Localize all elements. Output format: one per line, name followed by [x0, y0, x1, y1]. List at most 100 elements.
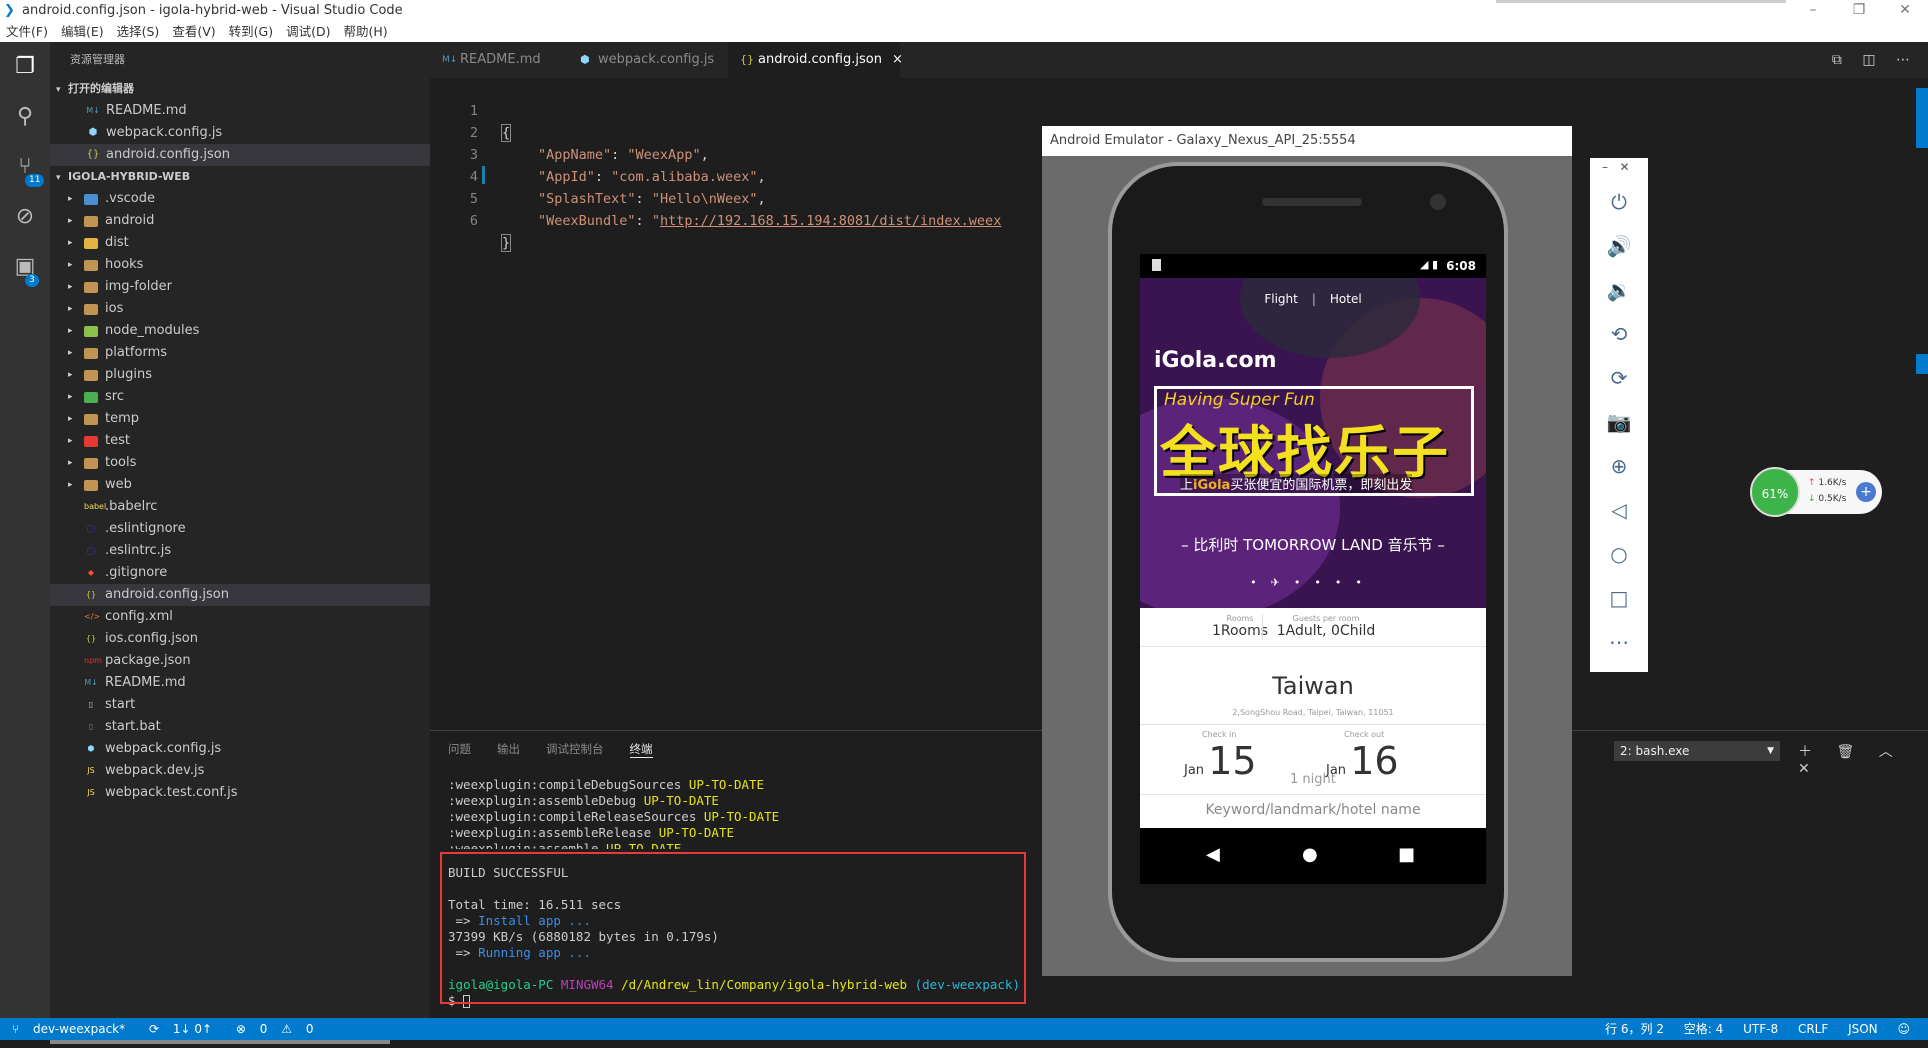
menu-debug[interactable]: 调试(D)	[286, 22, 330, 42]
back-button-icon[interactable]: ◁	[1590, 488, 1648, 532]
tab-webpack[interactable]: ⬢ webpack.config.js	[568, 42, 728, 78]
tree-file[interactable]: JS webpack.dev.js	[50, 760, 430, 782]
weex-bundle-link[interactable]: http://192.168.15.194:8081/dist/index.we…	[660, 213, 1001, 229]
maximize-panel-icon[interactable]: ︿	[1879, 744, 1893, 760]
tree-folder[interactable]: ▸ hooks	[50, 254, 430, 276]
tree-folder[interactable]: ▸ platforms	[50, 342, 430, 364]
tree-file[interactable]: babel .babelrc	[50, 496, 430, 518]
accelerate-icon[interactable]: +	[1856, 482, 1876, 502]
hotel-tab[interactable]: Hotel	[1330, 292, 1362, 306]
toolbar-minimize-icon[interactable]: –	[1602, 160, 1608, 174]
more-actions-icon[interactable]: ⋯	[1896, 52, 1910, 68]
menu-selection[interactable]: 选择(S)	[117, 22, 160, 42]
tree-file[interactable]: ◯ .eslintrc.js	[50, 540, 430, 562]
sync-status[interactable]: ⟳ 1↓ 0↑	[149, 1022, 222, 1036]
feedback-icon[interactable]: ☺	[1897, 1022, 1910, 1036]
panel-tab-terminal[interactable]: 终端	[629, 741, 653, 758]
git-branch[interactable]: ⑂ dev-weexpack*	[12, 1022, 135, 1036]
panel-tab-output[interactable]: 输出	[497, 741, 520, 758]
restore-button[interactable]: ❐	[1836, 0, 1882, 22]
overview-button-icon[interactable]: □	[1590, 576, 1648, 620]
tree-folder[interactable]: ▸ temp	[50, 408, 430, 430]
tree-file[interactable]: JS webpack.test.conf.js	[50, 782, 430, 804]
volume-down-icon[interactable]: 🔉	[1590, 268, 1648, 312]
tree-folder[interactable]: ▸ web	[50, 474, 430, 496]
encoding[interactable]: UTF-8	[1743, 1022, 1778, 1036]
open-editor-android-config[interactable]: {} android.config.json	[50, 144, 430, 166]
network-speed-widget[interactable]: 61% ↑ 1.6K/s ↓ 0.5K/s +	[1750, 467, 1882, 517]
tab-android-config[interactable]: {} android.config.json ×	[728, 42, 903, 78]
rotate-right-icon[interactable]: ⟳	[1590, 356, 1648, 400]
toolbar-close-icon[interactable]: ✕	[1619, 160, 1629, 174]
tree-folder[interactable]: ▸ plugins	[50, 364, 430, 386]
split-editor-icon[interactable]: ◫	[1862, 52, 1875, 68]
source-control-icon[interactable]: ⑂ 11	[0, 142, 50, 192]
flight-tab[interactable]: Flight	[1264, 292, 1298, 306]
kill-terminal-icon[interactable]: 🗑	[1836, 744, 1854, 760]
tree-folder[interactable]: ▸ dist	[50, 232, 430, 254]
menu-help[interactable]: 帮助(H)	[343, 22, 387, 42]
extensions-icon[interactable]: ▣ 3	[0, 242, 50, 292]
more-icon[interactable]: ⋯	[1590, 620, 1648, 664]
zoom-icon[interactable]: ⊕	[1590, 444, 1648, 488]
close-window-button[interactable]: ✕	[1882, 0, 1928, 22]
guests-field[interactable]: Guests per room 1Adult, 0Child	[1266, 614, 1386, 639]
minimize-button[interactable]: –	[1790, 0, 1836, 22]
close-tab-icon[interactable]: ×	[892, 52, 903, 67]
checkin-field[interactable]: Check in Jan 15	[1184, 730, 1284, 783]
open-editors-header[interactable]: ▾ 打开的编辑器	[50, 78, 430, 100]
tree-folder[interactable]: ▸ test	[50, 430, 430, 452]
back-icon[interactable]: ◀	[1206, 844, 1220, 865]
home-icon[interactable]: ●	[1302, 844, 1318, 865]
problems-status[interactable]: ⊗ 0 ⚠ 0	[236, 1022, 324, 1036]
recents-icon[interactable]: ■	[1398, 844, 1415, 865]
power-icon[interactable]: ⏻	[1590, 180, 1648, 224]
open-preview-icon[interactable]: ⧉	[1832, 52, 1842, 68]
tree-folder[interactable]: ▸ android	[50, 210, 430, 232]
tree-file[interactable]: {} android.config.json	[50, 584, 430, 606]
tree-file[interactable]: ▯ start	[50, 694, 430, 716]
tree-folder[interactable]: ▸ tools	[50, 452, 430, 474]
overview-ruler[interactable]	[1916, 88, 1928, 398]
project-header[interactable]: ▾ IGOLA-HYBRID-WEB	[50, 166, 430, 188]
indentation[interactable]: 空格: 4	[1684, 1022, 1724, 1036]
tree-folder[interactable]: ▸ .vscode	[50, 188, 430, 210]
phone-screen[interactable]: Flight | Hotel iGola.com Having Super Fun …	[1140, 254, 1486, 884]
carousel-dots[interactable]: •✈••••	[1140, 576, 1486, 589]
terminal-select[interactable]: 2: bash.exe ▼	[1614, 741, 1780, 761]
tree-file[interactable]: ◆ .gitignore	[50, 562, 430, 584]
volume-up-icon[interactable]: 🔊	[1590, 224, 1648, 268]
tab-readme[interactable]: M↓ README.md	[430, 42, 568, 78]
tree-file[interactable]: </> config.xml	[50, 606, 430, 628]
destination-city[interactable]: Taiwan	[1140, 672, 1486, 700]
checkout-field[interactable]: Check out Jan 16	[1326, 730, 1426, 783]
menu-go[interactable]: 转到(G)	[229, 22, 273, 42]
tree-file[interactable]: M↓ README.md	[50, 672, 430, 694]
tree-file[interactable]: {} ios.config.json	[50, 628, 430, 650]
tree-folder[interactable]: ▸ src	[50, 386, 430, 408]
language-mode[interactable]: JSON	[1848, 1022, 1878, 1036]
tree-file[interactable]: ⬢ webpack.config.js	[50, 738, 430, 760]
camera-icon[interactable]: 📷	[1590, 400, 1648, 444]
tree-file[interactable]: ◯ .eslintignore	[50, 518, 430, 540]
tree-folder[interactable]: ▸ node_modules	[50, 320, 430, 342]
panel-tab-debug-console[interactable]: 调试控制台	[546, 741, 604, 758]
open-editor-webpack[interactable]: ⬢ webpack.config.js	[50, 122, 430, 144]
eol[interactable]: CRLF	[1798, 1022, 1828, 1036]
menu-view[interactable]: 查看(V)	[172, 22, 215, 42]
promo-banner[interactable]: Flight | Hotel iGola.com Having Super Fun …	[1140, 278, 1486, 608]
open-editor-readme[interactable]: M↓ README.md	[50, 100, 430, 122]
explorer-icon[interactable]: ❐	[0, 42, 50, 92]
close-panel-icon[interactable]: ✕	[1798, 761, 1810, 777]
search-icon[interactable]: ⚲	[0, 92, 50, 142]
new-terminal-icon[interactable]: ＋	[1798, 744, 1812, 760]
debug-icon[interactable]: ⊘	[0, 192, 50, 242]
home-button-icon[interactable]: ○	[1590, 532, 1648, 576]
tree-folder[interactable]: ▸ ios	[50, 298, 430, 320]
menu-file[interactable]: 文件(F)	[6, 22, 48, 42]
menu-edit[interactable]: 编辑(E)	[61, 22, 104, 42]
tree-file[interactable]: ▯ start.bat	[50, 716, 430, 738]
tree-file[interactable]: npm package.json	[50, 650, 430, 672]
panel-tab-problems[interactable]: 问题	[448, 741, 471, 758]
tree-folder[interactable]: ▸ img-folder	[50, 276, 430, 298]
